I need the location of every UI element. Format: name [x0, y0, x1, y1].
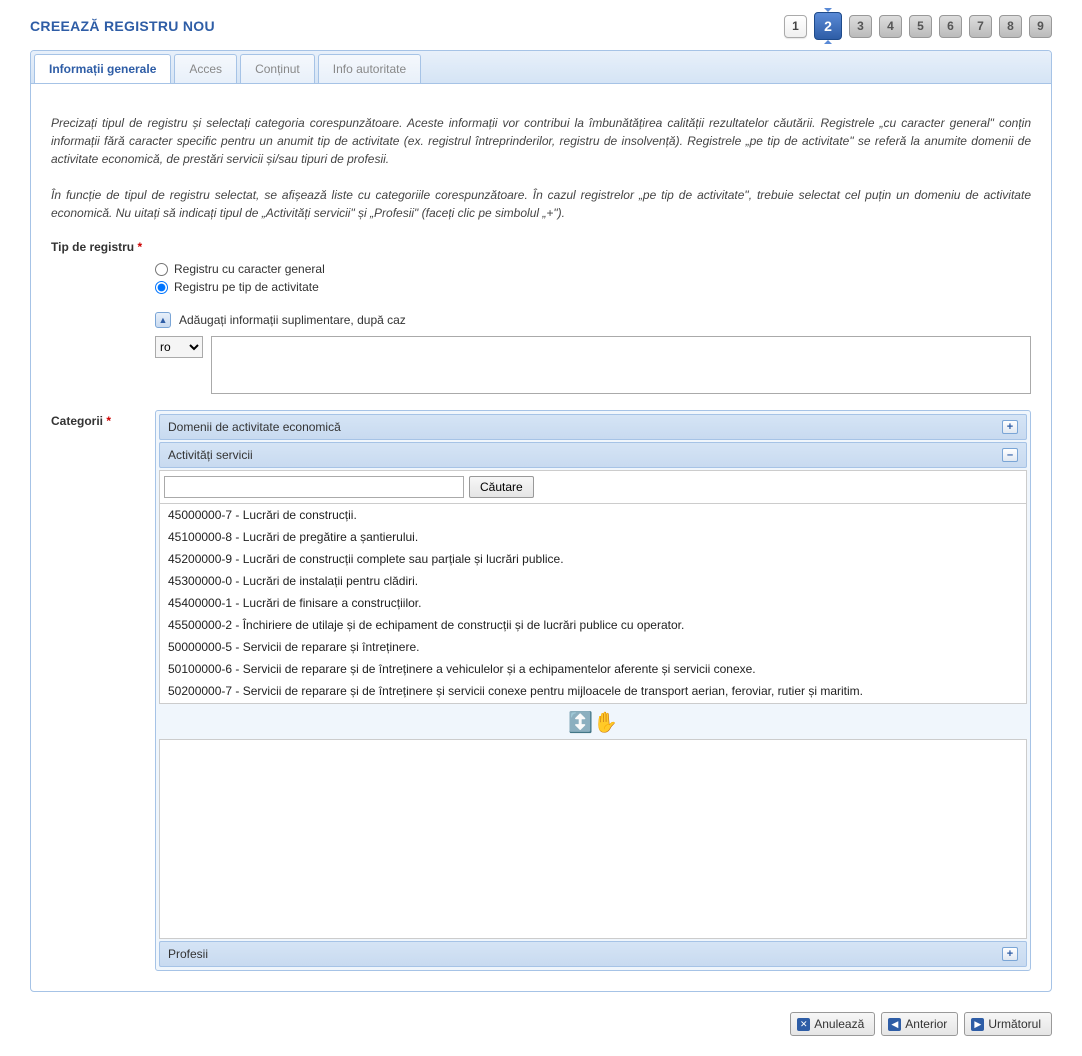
description-2: În funcție de tipul de registru selectat…	[51, 186, 1031, 222]
main-panel: Informații generaleAccesConținutInfo aut…	[30, 50, 1052, 992]
wizard-step-1[interactable]: 1	[784, 15, 807, 38]
list-item[interactable]: 45300000-0 - Lucrări de instalații pentr…	[160, 570, 1026, 592]
wizard-step-8[interactable]: 8	[999, 15, 1022, 38]
services-list[interactable]: 45000000-7 - Lucrări de construcții.4510…	[160, 503, 1026, 703]
radio-group: Registru cu caracter general Registru pe…	[155, 262, 1031, 294]
search-button[interactable]: Căutare	[469, 476, 534, 498]
plus-icon[interactable]: +	[1002, 947, 1018, 961]
accordion-services[interactable]: Activități servicii –	[159, 442, 1027, 468]
expand-text: Adăugați informații suplimentare, după c…	[179, 313, 406, 327]
list-item[interactable]: 45000000-7 - Lucrări de construcții.	[160, 504, 1026, 526]
radio-activity-label: Registru pe tip de activitate	[174, 280, 319, 294]
radio-general-label: Registru cu caracter general	[174, 262, 325, 276]
plus-icon[interactable]: +	[1002, 420, 1018, 434]
lang-textarea-row: ro	[155, 336, 1031, 394]
categories-panel: Domenii de activitate economică + Activi…	[155, 410, 1031, 971]
page-title: CREEAZĂ REGISTRU NOU	[30, 18, 215, 34]
tab-info-autoritate[interactable]: Info autoritate	[318, 54, 421, 83]
accordion-services-title: Activități servicii	[168, 448, 253, 462]
expand-row: ▲ Adăugați informații suplimentare, după…	[155, 312, 1031, 328]
categories-label: Categorii *	[51, 410, 143, 971]
type-label: Tip de registru *	[51, 240, 1031, 254]
list-item[interactable]: 50300000-8 - Servicii de reparare și de …	[160, 702, 1026, 703]
list-item[interactable]: 45500000-2 - Închiriere de utilaje și de…	[160, 614, 1026, 636]
list-item[interactable]: 50000000-5 - Servicii de reparare și înt…	[160, 636, 1026, 658]
tab-conținut[interactable]: Conținut	[240, 54, 315, 83]
wizard-step-9[interactable]: 9	[1029, 15, 1052, 38]
close-icon: ✕	[797, 1018, 810, 1031]
radio-general[interactable]: Registru cu caracter general	[155, 262, 1031, 276]
accordion-economic-title: Domenii de activitate economică	[168, 420, 341, 434]
next-button[interactable]: ▶ Următorul	[964, 1012, 1052, 1036]
list-item[interactable]: 50100000-6 - Servicii de reparare și de …	[160, 658, 1026, 680]
wizard-step-5[interactable]: 5	[909, 15, 932, 38]
list-item[interactable]: 45200000-9 - Lucrări de construcții comp…	[160, 548, 1026, 570]
wizard-step-2[interactable]: 2	[814, 12, 842, 40]
drag-icon: ↕️✋	[568, 712, 618, 734]
tabs: Informații generaleAccesConținutInfo aut…	[31, 51, 1051, 84]
footer-buttons: ✕ Anulează ◀ Anterior ▶ Următorul	[30, 1012, 1052, 1036]
radio-activity-input[interactable]	[155, 281, 168, 294]
additional-textarea[interactable]	[211, 336, 1031, 394]
description-1: Precizați tipul de registru și selectați…	[51, 114, 1031, 168]
list-item[interactable]: 50200000-7 - Servicii de reparare și de …	[160, 680, 1026, 702]
accordion-economic[interactable]: Domenii de activitate economică +	[159, 414, 1027, 440]
wizard-steps: 123456789	[784, 12, 1052, 40]
accordion-services-body: Căutare 45000000-7 - Lucrări de construc…	[159, 470, 1027, 704]
tab-acces[interactable]: Acces	[174, 54, 237, 83]
wizard-step-3[interactable]: 3	[849, 15, 872, 38]
radio-activity[interactable]: Registru pe tip de activitate	[155, 280, 1031, 294]
language-select[interactable]: ro	[155, 336, 203, 358]
selected-items-box[interactable]	[159, 739, 1027, 939]
list-item[interactable]: 45400000-1 - Lucrări de finisare a const…	[160, 592, 1026, 614]
accordion-professions-title: Profesii	[168, 947, 208, 961]
minus-icon[interactable]: –	[1002, 448, 1018, 462]
chevron-right-icon: ▶	[971, 1018, 984, 1031]
chevron-left-icon: ◀	[888, 1018, 901, 1031]
radio-general-input[interactable]	[155, 263, 168, 276]
drag-handle[interactable]: ↕️✋	[159, 706, 1027, 739]
search-input[interactable]	[164, 476, 464, 498]
accordion-professions[interactable]: Profesii +	[159, 941, 1027, 967]
collapse-icon[interactable]: ▲	[155, 312, 171, 328]
previous-button[interactable]: ◀ Anterior	[881, 1012, 958, 1036]
wizard-step-4[interactable]: 4	[879, 15, 902, 38]
wizard-step-7[interactable]: 7	[969, 15, 992, 38]
list-item[interactable]: 45100000-8 - Lucrări de pregătire a șant…	[160, 526, 1026, 548]
tab-content: Precizați tipul de registru și selectați…	[31, 84, 1051, 991]
wizard-step-6[interactable]: 6	[939, 15, 962, 38]
cancel-button[interactable]: ✕ Anulează	[790, 1012, 875, 1036]
tab-informații-generale[interactable]: Informații generale	[34, 54, 171, 83]
